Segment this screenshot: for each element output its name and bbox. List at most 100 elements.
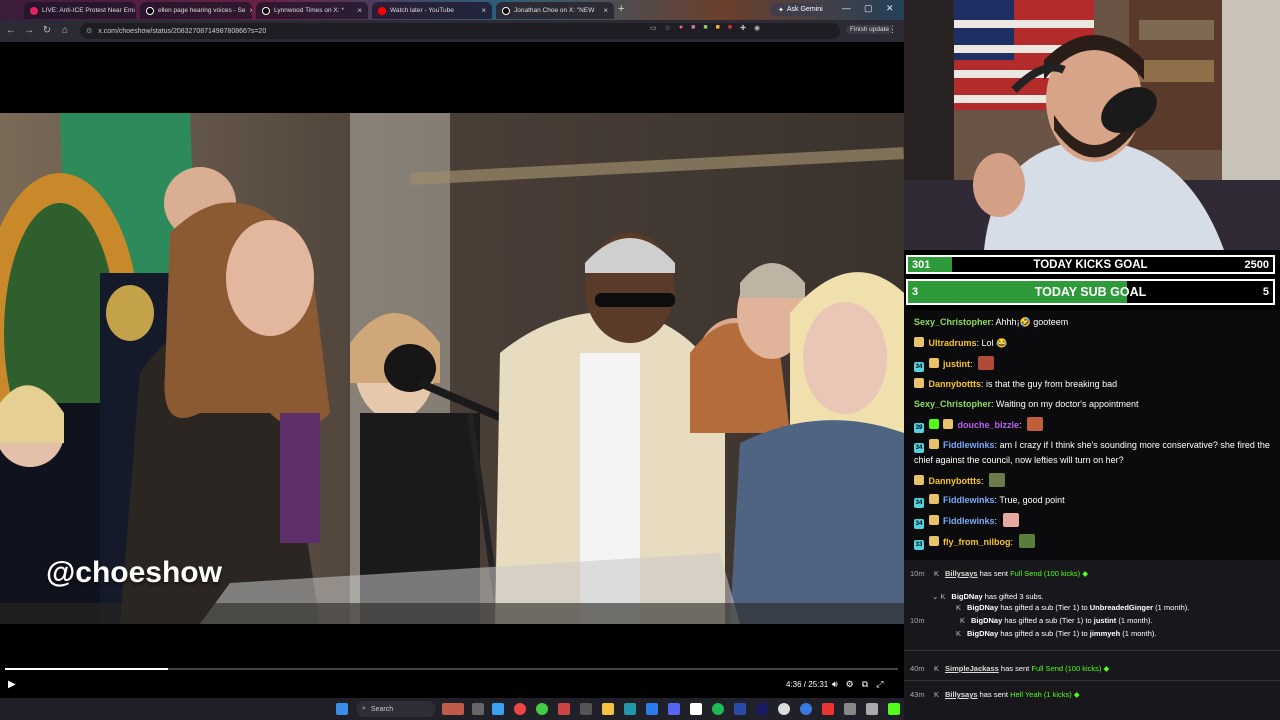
menu-icon[interactable]: ⋮: [888, 24, 897, 35]
pin-icon[interactable]: [822, 703, 834, 715]
chat-message: 33 fly_from_nilbog:: [914, 534, 1276, 550]
app-icon[interactable]: [558, 703, 570, 715]
tab-youtube-watch-later[interactable]: Watch later - YouTube ×: [372, 2, 492, 19]
app-icon[interactable]: [844, 703, 856, 715]
task-view-icon[interactable]: [472, 703, 484, 715]
tab-label: Lynnwood Times on X: *: [274, 7, 344, 14]
profile-icon[interactable]: ◉: [754, 24, 760, 32]
x-logo-icon: [502, 6, 510, 15]
app-icon[interactable]: [778, 703, 790, 715]
tab-anti-ice-protest[interactable]: LIVE: Anti-ICE Protest Near Emi ×: [24, 2, 136, 19]
close-icon[interactable]: ×: [249, 6, 252, 15]
chat-text: True, good point: [999, 495, 1065, 505]
chat-text: is that the guy from breaking bad: [986, 379, 1118, 389]
chat-username[interactable]: douche_bizzle: [958, 420, 1020, 430]
minimize-button[interactable]: —: [842, 3, 851, 13]
fullscreen-icon[interactable]: ⤢: [876, 679, 883, 690]
puzzle-icon[interactable]: ✚: [740, 24, 746, 32]
app-icon[interactable]: [624, 703, 636, 715]
chat-username[interactable]: Fiddlewinks: [943, 516, 995, 526]
emote-icon: [1018, 534, 1035, 548]
home-icon[interactable]: ⌂: [56, 25, 74, 36]
star-icon[interactable]: ☆: [665, 24, 671, 32]
chat-username[interactable]: justint: [943, 359, 970, 369]
close-icon[interactable]: ×: [603, 6, 608, 15]
event-username[interactable]: BigDNay: [951, 592, 982, 601]
reload-icon[interactable]: ↻: [38, 25, 56, 36]
browser-toolbar: ← → ↻ ⌂ ⚙ x.com/choeshow/status/20832708…: [0, 20, 904, 42]
webcam-frame: [904, 0, 1280, 250]
screen: LIVE: Anti-ICE Protest Near Emi × ellen …: [0, 0, 1280, 720]
discord-icon[interactable]: [668, 703, 680, 715]
chat-username[interactable]: fly_from_nilbog: [943, 537, 1011, 547]
forward-icon[interactable]: →: [20, 25, 38, 36]
app-icon[interactable]: [492, 703, 504, 715]
cast-icon[interactable]: ▭: [650, 24, 657, 32]
ask-gemini-button[interactable]: ✦ Ask Gemini: [770, 3, 831, 16]
emote-icon: [1002, 513, 1019, 527]
play-icon[interactable]: ▶: [8, 679, 16, 690]
app-icon[interactable]: [734, 703, 746, 715]
chat-username[interactable]: Fiddlewinks: [943, 440, 995, 450]
premiere-icon[interactable]: [756, 703, 768, 715]
extension-icon[interactable]: ■: [691, 24, 695, 32]
emote-icon: [989, 473, 1006, 487]
chat-username[interactable]: Sexy_Christopher: [914, 317, 991, 327]
windows-taskbar: ⌕ Search: [0, 698, 904, 720]
pip-icon[interactable]: ⧉: [862, 679, 868, 690]
kicks-goal-bar: 301 TODAY KICKS GOAL 2500: [906, 255, 1275, 274]
sub-target: 5: [1262, 286, 1269, 298]
app-icon[interactable]: [580, 703, 592, 715]
finish-update-button[interactable]: Finish update: [846, 25, 894, 34]
chat-username[interactable]: Sexy_Christopher: [914, 399, 991, 409]
extension-icon[interactable]: ■: [716, 24, 720, 32]
extension-icon[interactable]: ●: [679, 24, 683, 32]
chrome-icon[interactable]: [536, 703, 548, 715]
video-progress-bar[interactable]: [5, 668, 898, 670]
chevron-down-icon[interactable]: ⌄: [932, 592, 938, 601]
tab-jonathan-choe[interactable]: Jonathan Choe on X: "NEW ×: [496, 2, 614, 19]
app-icon[interactable]: [646, 703, 658, 715]
kick-icon: K: [956, 629, 962, 638]
extension-icon[interactable]: ■: [728, 24, 732, 32]
kick-icon[interactable]: [888, 703, 900, 715]
volume-icon[interactable]: 🔊︎: [832, 679, 838, 690]
tab-ellen-page[interactable]: ellen page hearing voices - Se ×: [140, 2, 252, 19]
extension-icons: ▭ ☆ ● ■ ■ ■ ■ ✚ ◉: [650, 24, 760, 32]
event-username[interactable]: Billysays: [945, 569, 978, 578]
chat-username[interactable]: Dannybottts: [929, 379, 982, 389]
video-player[interactable]: [0, 113, 904, 624]
youtube-icon: [378, 6, 386, 15]
chat-username[interactable]: Fiddlewinks: [943, 495, 995, 505]
maximize-button[interactable]: ▢: [864, 3, 873, 14]
settings-icon[interactable]: ⚙: [846, 679, 854, 690]
close-window-button[interactable]: ✕: [886, 3, 894, 14]
chat-message: 34 justint:: [914, 356, 1276, 372]
site-info-icon[interactable]: ⚙: [86, 27, 92, 35]
gemini-icon: ✦: [778, 6, 784, 14]
chat-message: Dannybottts: is that the guy from breaki…: [914, 377, 1276, 391]
folder-icon[interactable]: [602, 703, 614, 715]
video-watermark: @choeshow: [46, 556, 222, 589]
app-icon[interactable]: [690, 703, 702, 715]
new-tab-button[interactable]: +: [618, 3, 624, 15]
extension-icon[interactable]: ■: [703, 24, 707, 32]
close-icon[interactable]: ×: [481, 6, 486, 15]
spotify-icon[interactable]: [712, 703, 724, 715]
windows-start-icon[interactable]: [336, 703, 348, 715]
app-icon[interactable]: [800, 703, 812, 715]
sub-badge-icon: [928, 439, 939, 449]
back-icon[interactable]: ←: [2, 25, 20, 36]
chrome-icon[interactable]: [514, 703, 526, 715]
tab-lynnwood-times[interactable]: Lynnwood Times on X: * ×: [256, 2, 368, 19]
chat-username[interactable]: Ultradrums: [929, 338, 977, 348]
emote-icon: [1027, 417, 1044, 431]
app-icon[interactable]: [866, 703, 878, 715]
chat-panel: Sexy_Christopher: Ahhh¡🤣 gooteem Ultradr…: [904, 310, 1280, 560]
kicks-target: 2500: [1244, 258, 1269, 271]
chat-username[interactable]: Dannybottts: [929, 476, 982, 486]
weather-icon[interactable]: [442, 703, 464, 715]
taskbar-search[interactable]: ⌕ Search: [356, 701, 436, 717]
close-icon[interactable]: ×: [357, 6, 362, 15]
chat-message: 34 Fiddlewinks: am I crazy if I think sh…: [914, 439, 1270, 465]
